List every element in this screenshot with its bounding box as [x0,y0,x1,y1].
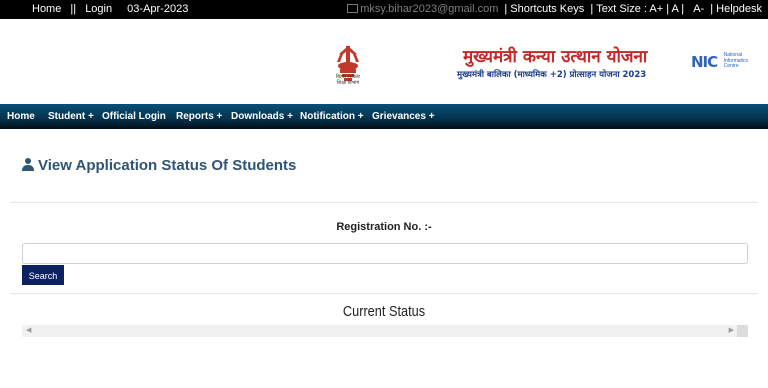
nav-reports[interactable]: Reports + [176,111,222,122]
mail-icon [347,4,359,13]
top-bar-left: Home || Login 03-Apr-2023 [32,3,194,15]
top-separator: || [70,3,77,15]
top-date: 03-Apr-2023 [127,3,189,15]
current-status-heading: Current Status [342,303,426,320]
emblem-caption: बिहार सरकार शिक्षा विभाग [335,74,361,86]
top-bar: Home || Login 03-Apr-2023 mksy.bihar2023… [0,0,768,19]
nic-logo: NIC National Informatics Centre [691,52,748,71]
site-header: बिहार सरकार शिक्षा विभाग मुख्यमंत्री कन्… [0,19,768,104]
top-home-link[interactable]: Home [32,3,61,15]
top-divider: | [504,3,508,15]
text-size-control[interactable]: Text Size : A+ | A | [596,3,684,15]
nav-notification[interactable]: Notification + [300,111,364,122]
nav-official-login[interactable]: Official Login [102,111,166,122]
nav-grievances[interactable]: Grievances + [372,111,435,122]
shortcuts-keys-link[interactable]: Shortcuts Keys [510,3,584,15]
scrollbar-right-segment[interactable] [737,325,748,337]
horizontal-scrollbar[interactable]: ◀ ▶ [22,325,748,337]
helpdesk-link[interactable]: Helpdesk [716,3,762,15]
scroll-right-icon[interactable]: ▶ [729,326,734,334]
search-button[interactable]: Search [22,265,64,285]
page-title-text: View Application Status Of Students [38,157,297,174]
nic-line-3: Centre [723,63,739,70]
nav-student[interactable]: Student + [48,111,94,122]
user-icon [22,158,34,171]
nav-home[interactable]: Home [7,111,35,122]
page-title: View Application Status Of Students [22,157,296,174]
section-divider [10,202,758,203]
registration-number-input[interactable] [22,243,748,264]
top-divider: | [710,3,714,15]
scheme-subtitle: मुख्यमंत्री बालिका (माध्यमिक +2) प्रोत्स… [457,70,647,80]
nic-logo-mark: NIC [691,53,718,71]
top-divider: | [590,3,594,15]
nav-downloads[interactable]: Downloads + [231,111,293,122]
nic-logo-text: National Informatics Centre [723,52,748,70]
top-login-link[interactable]: Login [85,3,112,15]
top-bar-right: mksy.bihar2023@gmail.com | Shortcuts Keys… [347,3,762,15]
text-size-decrease[interactable]: A- [693,3,704,15]
registration-label: Registration No. :- [336,221,432,233]
main-nav: Home Student + Official Login Reports + … [0,104,768,129]
scheme-title: मुख्यमंत्री कन्या उत्थान योजना [463,47,648,67]
contact-email[interactable]: mksy.bihar2023@gmail.com [360,3,498,15]
section-divider [10,293,758,294]
scroll-left-icon[interactable]: ◀ [26,326,31,334]
